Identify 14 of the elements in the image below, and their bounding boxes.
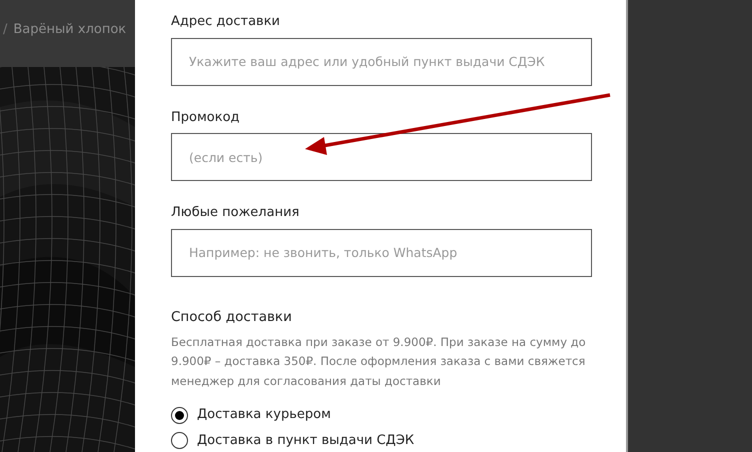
breadcrumb-link[interactable]: Варёный хлопок bbox=[13, 20, 126, 67]
input-field[interactable]: (если есть) bbox=[171, 133, 592, 181]
input-field[interactable]: Например: не звонить, только WhatsApp bbox=[171, 228, 592, 276]
breadcrumb-separator: / bbox=[3, 21, 8, 39]
input-field[interactable]: Укажите ваш адрес или удобный пункт выдачи СДЭК bbox=[171, 38, 592, 86]
section-title: Способ доставки bbox=[171, 308, 293, 326]
radio-button[interactable] bbox=[171, 406, 188, 424]
field-label: Адрес доставки bbox=[171, 13, 282, 31]
field-label: Промокод bbox=[171, 108, 241, 126]
option-label[interactable]: Доставка курьером bbox=[197, 405, 331, 425]
option-label[interactable]: Доставка в пункт выдачи СДЭК bbox=[197, 430, 414, 450]
radio-button[interactable] bbox=[171, 432, 188, 449]
delivery-description: Бесплатная доставка при заказе от 9.900₽. При заказе на сумму до 9.900₽ – доставка 350₽. После оформления заказа с вами свяжется менеджер для согласования даты доставки bbox=[171, 334, 587, 390]
field-label: Любые пожелания bbox=[171, 204, 300, 222]
